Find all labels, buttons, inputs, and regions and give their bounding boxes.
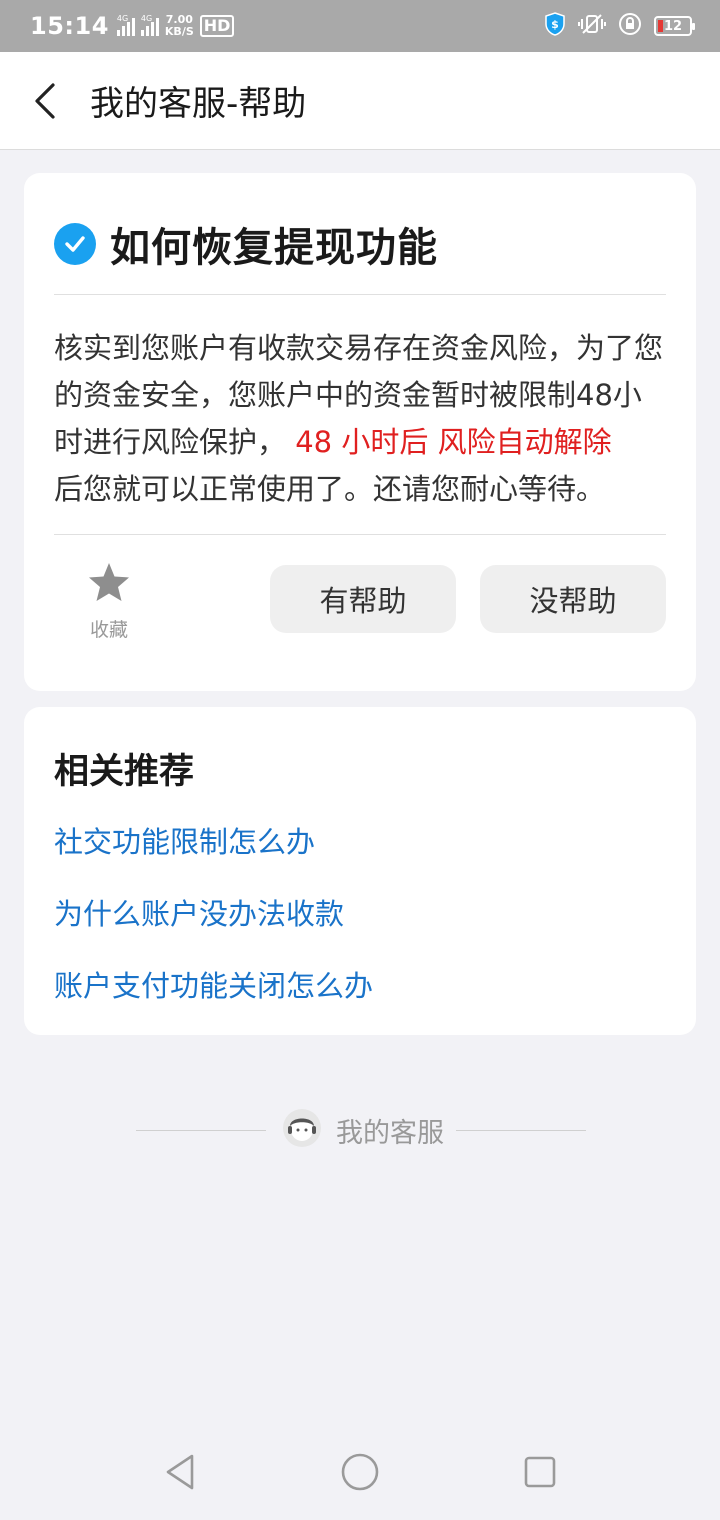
- battery-icon: 12: [654, 16, 695, 36]
- favorite-button[interactable]: 收藏: [84, 561, 134, 642]
- customer-service-avatar-icon: [282, 1108, 322, 1152]
- divider: [456, 1129, 586, 1131]
- page-title: 我的客服-帮助: [90, 84, 307, 124]
- chevron-left-icon: [35, 82, 55, 119]
- related-link[interactable]: 为什么账户没办法收款: [54, 891, 344, 933]
- network-speed: 7.00 KB/S: [165, 14, 194, 38]
- question-title: 如何恢复提现功能: [110, 225, 438, 271]
- signal-icon: 4G: [140, 14, 159, 36]
- nav-home-button[interactable]: [320, 1432, 400, 1512]
- question-heading: 如何恢复提现功能: [54, 215, 438, 273]
- answer-highlight: 48 小时后 风险自动解除: [286, 425, 612, 459]
- system-nav-bar: [0, 1424, 720, 1520]
- footer-brand: 我的客服: [136, 1108, 586, 1152]
- signal-icon: 4G: [116, 14, 135, 36]
- favorite-label: 收藏: [89, 619, 128, 641]
- status-left-icons: 4G 4G 7.00 KB/S HD: [116, 14, 235, 38]
- related-card: 相关推荐 社交功能限制怎么办 为什么账户没办法收款 账户支付功能关闭怎么办: [24, 707, 696, 1035]
- related-link[interactable]: 社交功能限制怎么办: [54, 819, 315, 861]
- related-link[interactable]: 账户支付功能关闭怎么办: [54, 963, 373, 1005]
- related-title: 相关推荐: [54, 752, 195, 792]
- circle-home-icon: [341, 1453, 379, 1491]
- rotation-lock-icon: [618, 12, 642, 40]
- footer-brand-text: 我的客服: [336, 1117, 444, 1149]
- answer-text-part2: 后您就可以正常使用了。还请您耐心等待。: [54, 472, 606, 506]
- battery-level: 12: [663, 18, 683, 34]
- triangle-back-icon: [166, 1454, 194, 1490]
- answer-text: 核实到您账户有收款交易存在资金风险，为了您的资金安全，您账户中的资金暂时被限制4…: [54, 325, 666, 513]
- network-type-label: 4G: [116, 14, 129, 23]
- app-header: 我的客服-帮助: [0, 52, 720, 150]
- divider: [54, 534, 666, 535]
- check-circle-icon: [54, 223, 96, 265]
- nav-back-button[interactable]: [140, 1432, 220, 1512]
- status-right-icons: $ 12: [544, 12, 695, 40]
- square-recents-icon: [524, 1456, 556, 1488]
- status-time: 15:14: [30, 12, 109, 40]
- not-helpful-button[interactable]: 没帮助: [480, 565, 666, 633]
- vibrate-mute-icon: [578, 13, 606, 39]
- svg-text:$: $: [551, 18, 559, 31]
- helpful-button[interactable]: 有帮助: [270, 565, 456, 633]
- hd-voice-icon: HD: [199, 15, 235, 37]
- question-card: 如何恢复提现功能 核实到您账户有收款交易存在资金风险，为了您的资金安全，您账户中…: [24, 173, 696, 691]
- divider: [54, 294, 666, 295]
- back-button[interactable]: [0, 52, 90, 150]
- nav-recents-button[interactable]: [500, 1432, 580, 1512]
- network-speed-unit: KB/S: [164, 25, 194, 38]
- divider: [136, 1129, 266, 1131]
- security-shield-icon: $: [544, 12, 566, 40]
- network-type-label: 4G: [140, 14, 153, 23]
- star-icon: [89, 563, 129, 601]
- status-bar: 15:14 4G 4G 7.00 KB/S HD $ 12: [0, 0, 720, 52]
